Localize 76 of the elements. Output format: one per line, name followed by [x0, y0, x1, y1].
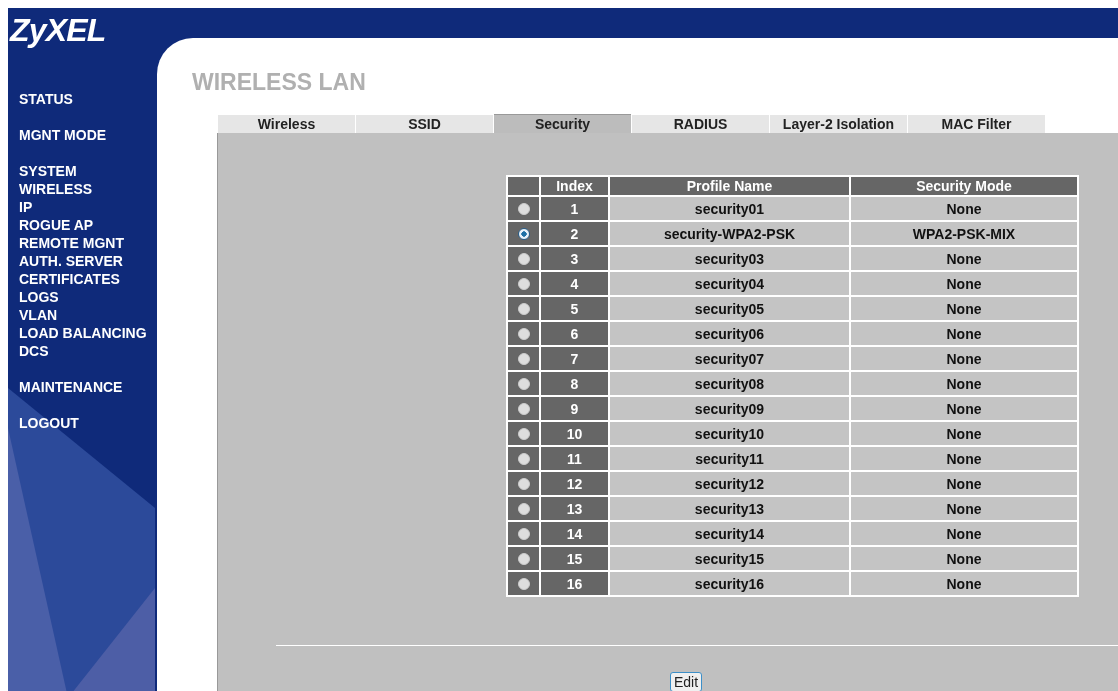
table-cell: 16 — [541, 572, 608, 595]
table-cell: None — [851, 547, 1077, 570]
table-cell: None — [851, 322, 1077, 345]
table-cell: security14 — [610, 522, 849, 545]
table-cell: None — [851, 497, 1077, 520]
table-cell: 1 — [541, 197, 608, 220]
table-cell: 14 — [541, 522, 608, 545]
table-cell: 4 — [541, 272, 608, 295]
sidebar-item[interactable]: WIRELESS — [19, 180, 155, 198]
table-cell: 15 — [541, 547, 608, 570]
table-cell: security15 — [610, 547, 849, 570]
sidebar-item[interactable]: SYSTEM — [19, 162, 155, 180]
edit-button[interactable]: Edit — [669, 672, 703, 691]
sidebar-item[interactable]: CERTIFICATES — [19, 270, 155, 288]
table-cell: security-WPA2-PSK — [610, 222, 849, 245]
table-cell: security11 — [610, 447, 849, 470]
table-cell: None — [851, 422, 1077, 445]
sidebar-item[interactable]: IP — [19, 198, 155, 216]
sidebar-item[interactable]: REMOTE MGNT — [19, 234, 155, 252]
page-title: WIRELESS LAN — [191, 68, 367, 96]
table-cell: None — [851, 572, 1077, 595]
table-cell: 2 — [541, 222, 608, 245]
table-cell: 12 — [541, 472, 608, 495]
sidebar-item[interactable]: DCS — [19, 342, 155, 360]
table-cell: None — [851, 197, 1077, 220]
table-cell: 3 — [541, 247, 608, 270]
table-cell: None — [851, 347, 1077, 370]
table-cell: None — [851, 472, 1077, 495]
table-cell: None — [851, 397, 1077, 420]
table-cell: 8 — [541, 372, 608, 395]
table-cell: None — [851, 272, 1077, 295]
table-cell: 10 — [541, 422, 608, 445]
sidebar-item[interactable]: VLAN — [19, 306, 155, 324]
tab[interactable]: Layer-2 Isolation — [770, 114, 907, 133]
table-cell: security16 — [610, 572, 849, 595]
table-cell: None — [851, 447, 1077, 470]
tab[interactable]: MAC Filter — [908, 114, 1045, 133]
column-header: Profile Name — [610, 177, 849, 195]
sidebar-item[interactable]: ROGUE AP — [19, 216, 155, 234]
tab[interactable]: Wireless — [218, 114, 355, 133]
table-cell: 13 — [541, 497, 608, 520]
table-cell: security01 — [610, 197, 849, 220]
table-cell: security07 — [610, 347, 849, 370]
table-cell: 6 — [541, 322, 608, 345]
sidebar-item[interactable]: LOGS — [19, 288, 155, 306]
table-cell: security03 — [610, 247, 849, 270]
table-cell: None — [851, 372, 1077, 395]
table-cell: security13 — [610, 497, 849, 520]
table-cell: None — [851, 247, 1077, 270]
table-cell: None — [851, 522, 1077, 545]
sidebar-item[interactable]: LOGOUT — [19, 414, 155, 432]
tab[interactable]: RADIUS — [632, 114, 769, 133]
table-cell: 11 — [541, 447, 608, 470]
column-header: Index — [541, 177, 608, 195]
table-cell: security08 — [610, 372, 849, 395]
column-header: Security Mode — [851, 177, 1077, 195]
sidebar-item[interactable]: STATUS — [19, 90, 155, 108]
tab[interactable]: SSID — [356, 114, 493, 133]
sidebar-item[interactable]: AUTH. SERVER — [19, 252, 155, 270]
table-cell: None — [851, 297, 1077, 320]
table-cell: security05 — [610, 297, 849, 320]
table-cell: security04 — [610, 272, 849, 295]
table-cell: 9 — [541, 397, 608, 420]
table-cell: security12 — [610, 472, 849, 495]
table-cell: 7 — [541, 347, 608, 370]
tab[interactable]: Security — [494, 114, 631, 133]
sidebar-item[interactable]: LOAD BALANCING — [19, 324, 155, 342]
sidebar-item[interactable]: MGNT MODE — [19, 126, 155, 144]
table-cell: WPA2-PSK-MIX — [851, 222, 1077, 245]
logo: ZyXEL — [8, 11, 107, 46]
table-cell: 5 — [541, 297, 608, 320]
sidebar-item[interactable]: MAINTENANCE — [19, 378, 155, 396]
table-cell: security09 — [610, 397, 849, 420]
table-cell: security10 — [610, 422, 849, 445]
radio-button[interactable] — [517, 228, 530, 241]
table-cell: security06 — [610, 322, 849, 345]
